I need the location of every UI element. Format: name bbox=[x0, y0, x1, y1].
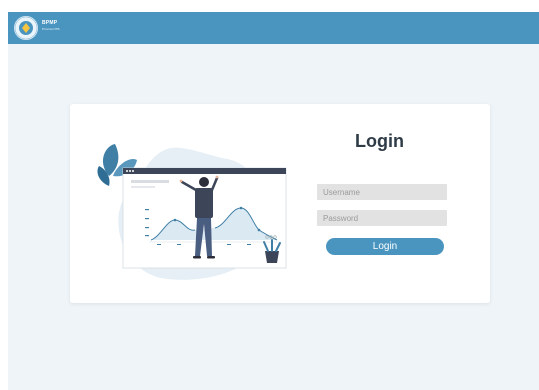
analytics-illustration-icon bbox=[97, 144, 287, 280]
brand: BPMP Provinsi NTB bbox=[42, 21, 60, 31]
password-input[interactable] bbox=[317, 210, 447, 226]
logo-emblem-icon[interactable] bbox=[14, 16, 38, 40]
login-button[interactable]: Login bbox=[326, 238, 444, 255]
page-frame: BPMP Provinsi NTB Login Username Login bbox=[8, 12, 539, 390]
logo-svg bbox=[14, 16, 38, 40]
login-title: Login bbox=[355, 131, 404, 151]
brand-title: BPMP bbox=[42, 20, 58, 26]
username-input[interactable] bbox=[317, 184, 447, 200]
top-bar: BPMP Provinsi NTB bbox=[8, 12, 539, 44]
login-card: Login Login bbox=[70, 104, 490, 303]
brand-subtitle: Provinsi NTB bbox=[42, 27, 60, 31]
